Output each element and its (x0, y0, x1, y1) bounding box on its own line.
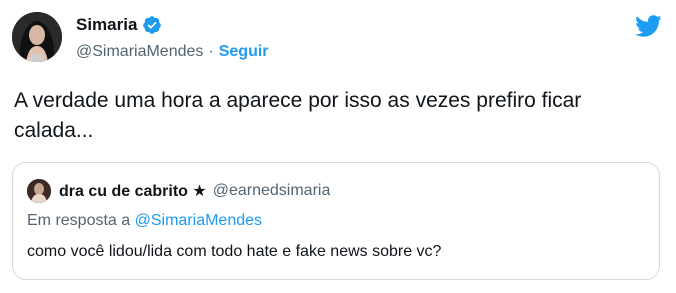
verified-badge-icon (143, 16, 162, 34)
reply-mention-link[interactable]: @SimariaMendes (135, 212, 262, 229)
author-info: Simaria @SimariaMendes · Seguir (76, 14, 269, 64)
author-avatar[interactable] (12, 12, 62, 62)
tweet-text: A verdade uma hora a aparece por isso as… (14, 89, 582, 142)
reply-prefix: Em resposta a (27, 212, 131, 229)
reply-context: Em resposta a @SimariaMendes (27, 212, 262, 230)
quoted-tweet-text: como você lidou/lida com todo hate e fak… (27, 243, 442, 260)
tweet-card: Simaria @SimariaMendes · Seguir A verdad… (0, 0, 676, 293)
quoted-author-name[interactable]: dra cu de cabrito ★ (59, 181, 207, 201)
quoted-author-avatar[interactable] (27, 179, 51, 203)
quoted-tweet[interactable]: dra cu de cabrito ★ @earnedsimaria Em re… (12, 162, 660, 280)
quoted-author-handle[interactable]: @earnedsimaria (213, 182, 331, 200)
author-handle[interactable]: @SimariaMendes (76, 43, 203, 61)
twitter-bird-icon[interactable] (632, 12, 664, 40)
separator-dot: · (208, 43, 214, 60)
author-name[interactable]: Simaria (76, 15, 137, 35)
follow-button[interactable]: Seguir (219, 43, 269, 61)
